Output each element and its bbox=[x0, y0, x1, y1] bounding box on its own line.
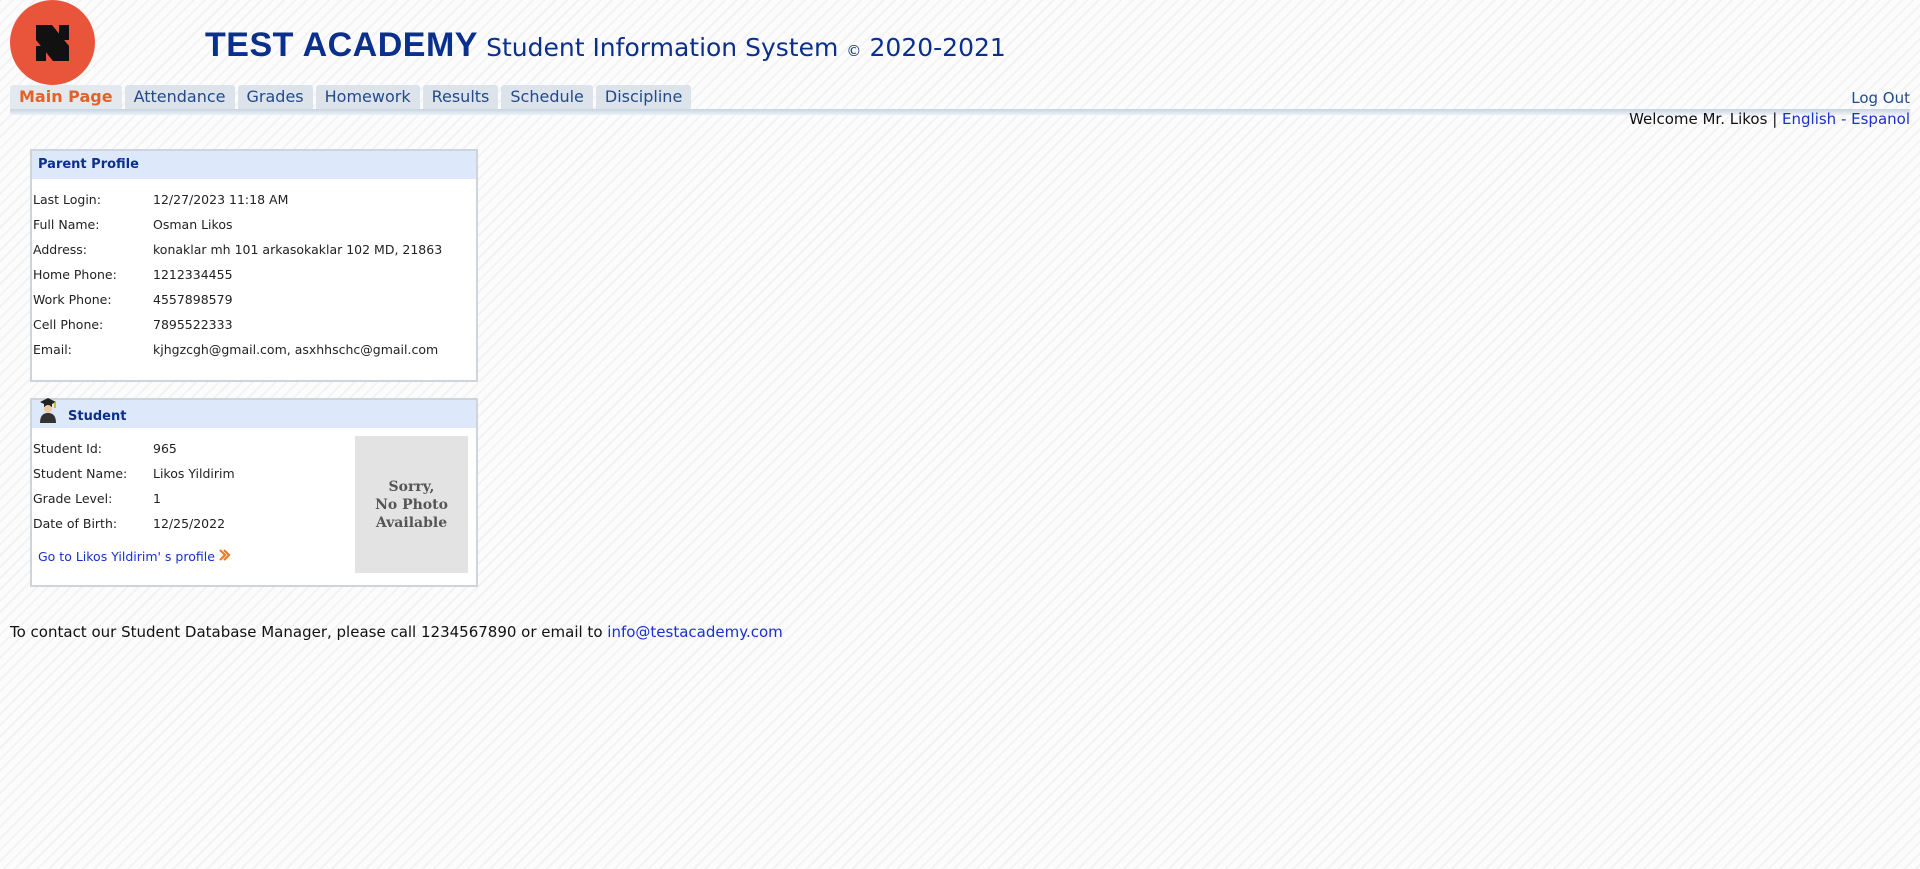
detail-label: Last Login: bbox=[33, 192, 101, 207]
tab-attendance[interactable]: Attendance bbox=[124, 85, 235, 109]
parent-profile-title: Parent Profile bbox=[32, 151, 476, 179]
detail-row: Full Name: Osman Likos bbox=[32, 212, 476, 237]
detail-row: Address: konaklar mh 101 arkasokaklar 10… bbox=[32, 237, 476, 262]
tab-grades[interactable]: Grades bbox=[237, 85, 313, 109]
system-name: Student Information System bbox=[486, 33, 839, 62]
language-switch-link[interactable]: English - Espanol bbox=[1782, 110, 1910, 128]
graduate-icon bbox=[38, 397, 58, 434]
detail-label: Work Phone: bbox=[33, 292, 112, 307]
detail-value: Likos Yildirim bbox=[153, 466, 235, 481]
tab-discipline[interactable]: Discipline bbox=[595, 85, 692, 109]
detail-value: Osman Likos bbox=[153, 217, 233, 232]
parent-profile-panel: Parent Profile Last Login: 12/27/2023 11… bbox=[30, 149, 478, 382]
double-chevron-right-icon bbox=[219, 548, 231, 565]
page: TEST ACADEMY Student Information System … bbox=[0, 0, 1920, 869]
student-panel-header: Student bbox=[32, 398, 476, 428]
detail-label: Student Name: bbox=[33, 466, 128, 481]
tab-homework[interactable]: Homework bbox=[315, 85, 420, 109]
student-panel-title: Student bbox=[68, 409, 127, 424]
contact-info: To contact our Student Database Manager,… bbox=[10, 623, 783, 641]
student-profile-link-text[interactable]: Go to Likos Yildirim' s profile bbox=[38, 549, 215, 564]
welcome-bar: Welcome Mr. Likos | English - Espanol bbox=[1629, 110, 1910, 128]
detail-row: Cell Phone: 7895522333 bbox=[32, 312, 476, 337]
parent-profile-details: Last Login: 12/27/2023 11:18 AM Full Nam… bbox=[32, 179, 476, 362]
detail-label: Home Phone: bbox=[33, 267, 117, 282]
school-years: 2020-2021 bbox=[869, 33, 1006, 62]
student-photo-placeholder: Sorry, No Photo Available bbox=[355, 436, 468, 573]
detail-label: Student Id: bbox=[33, 441, 103, 456]
tab-main-page[interactable]: Main Page bbox=[10, 85, 122, 109]
detail-value: kjhgzcgh@gmail.com, asxhhschc@gmail.com bbox=[153, 342, 439, 357]
detail-label: Email: bbox=[33, 342, 72, 357]
logout-link[interactable]: Log Out bbox=[1851, 89, 1910, 107]
detail-row: Home Phone: 1212334455 bbox=[32, 262, 476, 287]
detail-value: 12/27/2023 11:18 AM bbox=[153, 192, 289, 207]
student-profile-link[interactable]: Go to Likos Yildirim' s profile bbox=[38, 548, 231, 565]
no-photo-text: Sorry, No Photo Available bbox=[375, 478, 448, 531]
student-panel: Student Student Id: 965 Student Name: Li… bbox=[30, 398, 478, 587]
detail-value: 1 bbox=[153, 491, 161, 506]
detail-value: 1212334455 bbox=[153, 267, 233, 282]
tab-schedule[interactable]: Schedule bbox=[501, 85, 593, 109]
detail-value: 7895522333 bbox=[153, 317, 233, 332]
detail-value: konaklar mh 101 arkasokaklar 102 MD, 218… bbox=[153, 242, 443, 257]
detail-label: Address: bbox=[33, 242, 87, 257]
copyright-symbol: © bbox=[846, 42, 862, 60]
logo-icon[interactable] bbox=[10, 0, 95, 85]
detail-label: Full Name: bbox=[33, 217, 100, 232]
tab-results[interactable]: Results bbox=[422, 85, 499, 109]
detail-row: Work Phone: 4557898579 bbox=[32, 287, 476, 312]
contact-text: To contact our Student Database Manager,… bbox=[10, 623, 603, 641]
detail-value: 4557898579 bbox=[153, 292, 233, 307]
detail-label: Date of Birth: bbox=[33, 516, 118, 531]
detail-row: Email: kjhgzcgh@gmail.com, asxhhschc@gma… bbox=[32, 337, 476, 362]
detail-value: 965 bbox=[153, 441, 177, 456]
nav-divider bbox=[10, 109, 1910, 115]
main-nav: Main Page Attendance Grades Homework Res… bbox=[10, 85, 692, 109]
brand-name: TEST ACADEMY bbox=[205, 26, 478, 64]
welcome-text: Welcome Mr. Likos | bbox=[1629, 110, 1778, 128]
contact-email-link[interactable]: info@testacademy.com bbox=[607, 623, 782, 641]
detail-row: Last Login: 12/27/2023 11:18 AM bbox=[32, 187, 476, 212]
page-title: TEST ACADEMY Student Information System … bbox=[205, 26, 1006, 65]
detail-label: Cell Phone: bbox=[33, 317, 104, 332]
detail-label: Grade Level: bbox=[33, 491, 113, 506]
detail-value: 12/25/2022 bbox=[153, 516, 226, 531]
